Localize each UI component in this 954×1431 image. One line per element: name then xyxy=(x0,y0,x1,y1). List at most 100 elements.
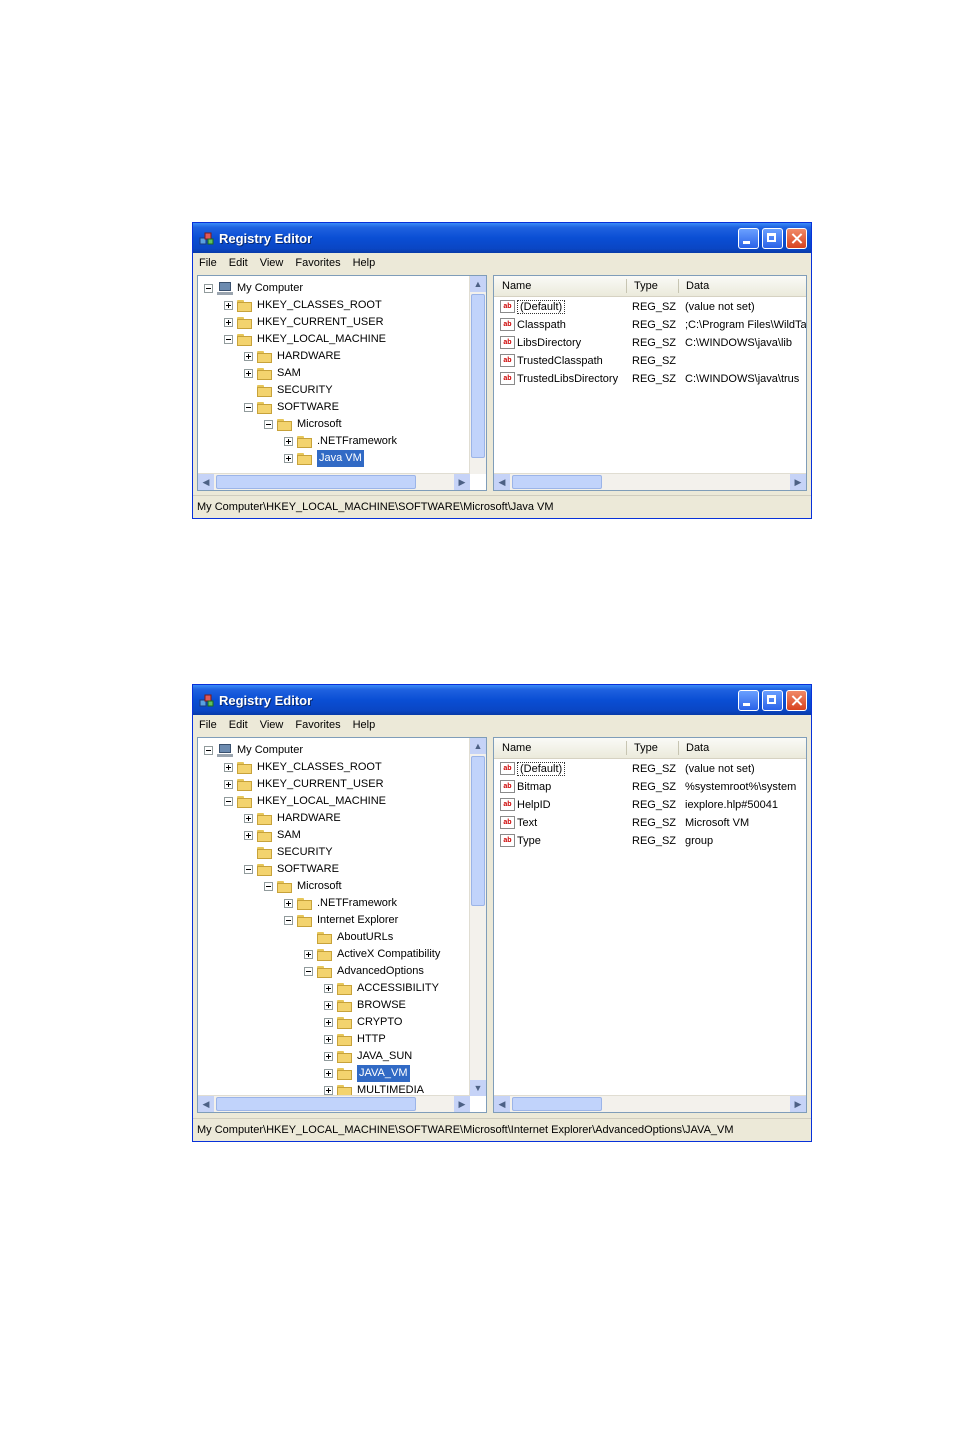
expand-plus-icon[interactable] xyxy=(244,352,253,361)
collapse-minus-icon[interactable] xyxy=(224,335,233,344)
collapse-minus-icon[interactable] xyxy=(304,967,313,976)
tree-horizontal-scrollbar[interactable]: ◀ ▶ xyxy=(198,473,470,490)
tree-node-label[interactable]: HTTP xyxy=(357,1031,386,1048)
tree-node[interactable]: .NETFramework xyxy=(284,433,397,450)
value-row[interactable]: ab (Default) REG_SZ (value not set) xyxy=(494,760,806,778)
value-list-pane[interactable]: Name Type Data ab (Default) REG_SZ (value n… xyxy=(493,737,807,1113)
tree-node[interactable]: ActiveX Compatibility xyxy=(304,946,440,963)
tree-node[interactable]: SECURITY xyxy=(244,844,333,861)
expand-plus-icon[interactable] xyxy=(224,763,233,772)
scroll-up-icon[interactable]: ▲ xyxy=(470,276,486,292)
tree-vertical-scrollbar[interactable]: ▲ ▼ xyxy=(469,738,486,1096)
tree-node-label[interactable]: BROWSE xyxy=(357,997,406,1014)
tree-node[interactable]: Java VM xyxy=(284,450,364,467)
column-data[interactable]: Data xyxy=(686,742,709,754)
tree-node[interactable]: BROWSE xyxy=(324,997,406,1014)
expand-plus-icon[interactable] xyxy=(284,899,293,908)
tree-node[interactable]: HARDWARE xyxy=(244,810,341,827)
expand-plus-icon[interactable] xyxy=(324,1086,333,1095)
tree-node-label[interactable]: Internet Explorer xyxy=(317,912,398,929)
tree-node-label[interactable]: ActiveX Compatibility xyxy=(337,946,440,963)
key-tree-pane[interactable]: My Computer HKEY_CLASSES_ROOT HKEY_CURRENT… xyxy=(197,275,487,491)
tree-node-label[interactable]: HKEY_CLASSES_ROOT xyxy=(257,759,382,776)
column-name[interactable]: Name xyxy=(502,280,531,292)
tree-node[interactable]: Internet Explorer xyxy=(284,912,398,929)
scroll-thumb[interactable] xyxy=(471,756,485,906)
tree-node[interactable]: SOFTWARE xyxy=(244,399,339,416)
close-icon[interactable] xyxy=(786,228,807,249)
scroll-thumb[interactable] xyxy=(471,294,485,458)
value-row[interactable]: ab Classpath REG_SZ ;C:\Program Files\WildT… xyxy=(494,316,806,334)
tree-node-label[interactable]: JAVA_SUN xyxy=(357,1048,412,1065)
expand-plus-icon[interactable] xyxy=(224,301,233,310)
tree-node[interactable]: JAVA_VM xyxy=(324,1065,410,1082)
menu-view[interactable]: View xyxy=(260,719,284,731)
scroll-right-icon[interactable]: ▶ xyxy=(454,474,470,490)
tree-node[interactable]: SOFTWARE xyxy=(244,861,339,878)
tree-node[interactable]: SECURITY xyxy=(244,382,333,399)
tree-node[interactable]: .NETFramework xyxy=(284,895,397,912)
expand-plus-icon[interactable] xyxy=(284,437,293,446)
tree-horizontal-scrollbar[interactable]: ◀ ▶ xyxy=(198,1095,470,1112)
list-horizontal-scrollbar[interactable]: ◀ ▶ xyxy=(494,473,806,490)
collapse-minus-icon[interactable] xyxy=(264,882,273,891)
tree-node-label[interactable]: Microsoft xyxy=(297,416,342,433)
tree-node[interactable]: SAM xyxy=(244,827,301,844)
minimize-icon[interactable] xyxy=(738,228,759,249)
expand-plus-icon[interactable] xyxy=(304,950,313,959)
tree-node-label[interactable]: Microsoft xyxy=(297,878,342,895)
title-bar[interactable]: Registry Editor xyxy=(193,685,811,715)
value-list-pane[interactable]: Name Type Data ab (Default) REG_SZ (value n… xyxy=(493,275,807,491)
tree-node-label-selected[interactable]: JAVA_VM xyxy=(357,1065,410,1082)
menu-file[interactable]: File xyxy=(199,719,217,731)
expand-plus-icon[interactable] xyxy=(324,1001,333,1010)
expand-plus-icon[interactable] xyxy=(244,369,253,378)
tree-node-label[interactable]: My Computer xyxy=(237,280,303,297)
menu-help[interactable]: Help xyxy=(353,719,376,731)
column-name[interactable]: Name xyxy=(502,742,531,754)
scroll-left-icon[interactable]: ◀ xyxy=(494,1096,510,1112)
column-data[interactable]: Data xyxy=(686,280,709,292)
tree-node[interactable]: SAM xyxy=(244,365,301,382)
tree-node[interactable]: ACCESSIBILITY xyxy=(324,980,439,997)
scroll-thumb[interactable] xyxy=(216,1097,416,1111)
collapse-minus-icon[interactable] xyxy=(264,420,273,429)
scroll-thumb[interactable] xyxy=(512,475,602,489)
tree-node[interactable]: HTTP xyxy=(324,1031,386,1048)
menu-view[interactable]: View xyxy=(260,257,284,269)
tree-node-label[interactable]: SAM xyxy=(277,365,301,382)
tree-node[interactable]: HKEY_LOCAL_MACHINE xyxy=(224,331,386,348)
tree-node-label[interactable]: HARDWARE xyxy=(277,810,341,827)
tree-node[interactable]: HKEY_CLASSES_ROOT xyxy=(224,759,382,776)
maximize-icon[interactable] xyxy=(762,690,783,711)
scroll-right-icon[interactable]: ▶ xyxy=(454,1096,470,1112)
tree-node-label[interactable]: SOFTWARE xyxy=(277,861,339,878)
column-type[interactable]: Type xyxy=(634,742,658,754)
tree-node-label[interactable]: HKEY_CLASSES_ROOT xyxy=(257,297,382,314)
menu-help[interactable]: Help xyxy=(353,257,376,269)
expand-plus-icon[interactable] xyxy=(244,831,253,840)
tree-node[interactable]: HKEY_CURRENT_USER xyxy=(224,314,384,331)
scroll-thumb[interactable] xyxy=(512,1097,602,1111)
tree-node-label[interactable]: My Computer xyxy=(237,742,303,759)
tree-node-label[interactable]: HARDWARE xyxy=(277,348,341,365)
tree-node-label[interactable]: AdvancedOptions xyxy=(337,963,424,980)
scroll-left-icon[interactable]: ◀ xyxy=(198,474,214,490)
collapse-minus-icon[interactable] xyxy=(244,865,253,874)
scroll-left-icon[interactable]: ◀ xyxy=(198,1096,214,1112)
tree-node[interactable]: HKEY_CLASSES_ROOT xyxy=(224,297,382,314)
maximize-icon[interactable] xyxy=(762,228,783,249)
tree-node-label[interactable]: CRYPTO xyxy=(357,1014,402,1031)
key-tree-pane[interactable]: My Computer HKEY_CLASSES_ROOT HKEY_CURRENT… xyxy=(197,737,487,1113)
minimize-icon[interactable] xyxy=(738,690,759,711)
expand-plus-icon[interactable] xyxy=(244,814,253,823)
menu-edit[interactable]: Edit xyxy=(229,257,248,269)
tree-node-label[interactable]: .NETFramework xyxy=(317,895,397,912)
expand-plus-icon[interactable] xyxy=(324,1052,333,1061)
scroll-right-icon[interactable]: ▶ xyxy=(790,474,806,490)
tree-node[interactable]: My Computer xyxy=(204,742,303,759)
scroll-right-icon[interactable]: ▶ xyxy=(790,1096,806,1112)
tree-node[interactable]: HARDWARE xyxy=(244,348,341,365)
menu-favorites[interactable]: Favorites xyxy=(295,719,340,731)
tree-node[interactable]: AboutURLs xyxy=(304,929,393,946)
